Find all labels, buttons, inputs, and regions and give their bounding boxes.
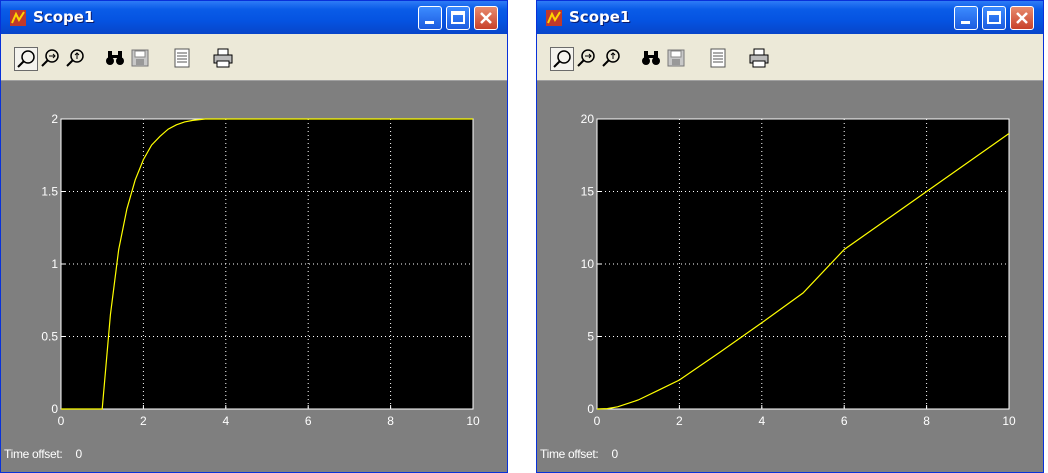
time-offset-label: Time offset: [540, 447, 599, 461]
close-button[interactable] [1010, 6, 1034, 30]
zoom-y-icon [66, 49, 84, 67]
x-tick-label: 6 [841, 414, 848, 428]
window-title: Scope1 [33, 8, 95, 26]
zoom-x-button[interactable] [575, 47, 599, 71]
scope-window-left: Scope1 0 2 4 6 8 10 0 0.5 1 1.5 2 Time o… [0, 0, 508, 473]
zoom-button[interactable] [550, 47, 574, 71]
x-tick-label: 0 [594, 414, 601, 428]
toolbar [537, 34, 1043, 81]
title-bar[interactable]: Scope1 [1, 1, 507, 34]
print-button[interactable] [748, 47, 772, 71]
plot-area [597, 119, 1009, 409]
scope-parameters-icon [174, 48, 190, 68]
minimize-button[interactable] [418, 6, 442, 30]
minimize-icon [961, 21, 970, 24]
time-offset-label: Time offset: [4, 447, 63, 461]
y-tick-label: 10 [581, 257, 595, 271]
maximize-icon [451, 11, 465, 24]
close-icon [1016, 12, 1028, 24]
autoscale-button[interactable] [640, 47, 664, 71]
x-tick-label: 2 [140, 414, 147, 428]
zoom-y-button[interactable] [64, 47, 88, 71]
close-icon [480, 12, 492, 24]
print-icon [749, 48, 769, 68]
window-title: Scope1 [569, 8, 631, 26]
title-bar[interactable]: Scope1 [537, 1, 1043, 34]
minimize-icon [425, 21, 434, 24]
autoscale-button[interactable] [104, 47, 128, 71]
toolbar [1, 34, 507, 81]
scope-parameters-button[interactable] [171, 47, 195, 71]
x-tick-label: 4 [758, 414, 765, 428]
y-tick-label: 2 [51, 112, 58, 126]
y-tick-label: 1.5 [41, 185, 58, 199]
time-offset-readout: Time offset: 0 [4, 447, 82, 461]
zoom-y-icon [602, 49, 620, 67]
y-tick-label: 0 [587, 402, 594, 416]
x-tick-label: 10 [466, 414, 480, 428]
plot-area [61, 119, 473, 409]
zoom-x-icon [41, 49, 59, 67]
x-tick-label: 6 [305, 414, 312, 428]
maximize-button[interactable] [446, 6, 470, 30]
x-tick-label: 10 [1002, 414, 1016, 428]
y-tick-label: 0.5 [41, 330, 58, 344]
zoom-icon [17, 50, 35, 68]
print-button[interactable] [212, 47, 236, 71]
time-offset-value: 0 [611, 447, 618, 461]
scope-plot: 0 2 4 6 8 10 0 5 10 15 20 [581, 112, 1016, 428]
zoom-icon [553, 50, 571, 68]
zoom-x-icon [577, 49, 595, 67]
autoscale-binoculars-icon [642, 51, 660, 65]
scope-plot: 0 2 4 6 8 10 0 0.5 1 1.5 2 [41, 112, 480, 428]
zoom-x-button[interactable] [39, 47, 63, 71]
x-tick-label: 8 [387, 414, 394, 428]
y-tick-label: 1 [51, 257, 58, 271]
close-button[interactable] [474, 6, 498, 30]
zoom-button[interactable] [14, 47, 38, 71]
maximize-button[interactable] [982, 6, 1006, 30]
scope-window-right: Scope1 0 2 4 6 8 10 0 5 10 15 20 Time of… [536, 0, 1044, 473]
y-tick-label: 15 [581, 185, 595, 199]
save-axes-icon [667, 49, 685, 67]
x-tick-label: 8 [923, 414, 930, 428]
x-tick-label: 2 [676, 414, 683, 428]
simulink-app-icon [10, 10, 26, 26]
time-offset-readout: Time offset: 0 [540, 447, 618, 461]
save-axes-icon [131, 49, 149, 67]
x-tick-label: 4 [222, 414, 229, 428]
y-tick-label: 0 [51, 402, 58, 416]
y-tick-label: 20 [581, 112, 595, 126]
scope-parameters-icon [710, 48, 726, 68]
simulink-app-icon [546, 10, 562, 26]
scope-parameters-button[interactable] [707, 47, 731, 71]
save-axes-button[interactable] [129, 47, 153, 71]
maximize-icon [987, 11, 1001, 24]
print-icon [213, 48, 233, 68]
zoom-y-button[interactable] [600, 47, 624, 71]
autoscale-binoculars-icon [106, 51, 124, 65]
y-tick-label: 5 [587, 330, 594, 344]
time-offset-value: 0 [75, 447, 82, 461]
save-axes-button[interactable] [665, 47, 689, 71]
minimize-button[interactable] [954, 6, 978, 30]
x-tick-label: 0 [58, 414, 65, 428]
